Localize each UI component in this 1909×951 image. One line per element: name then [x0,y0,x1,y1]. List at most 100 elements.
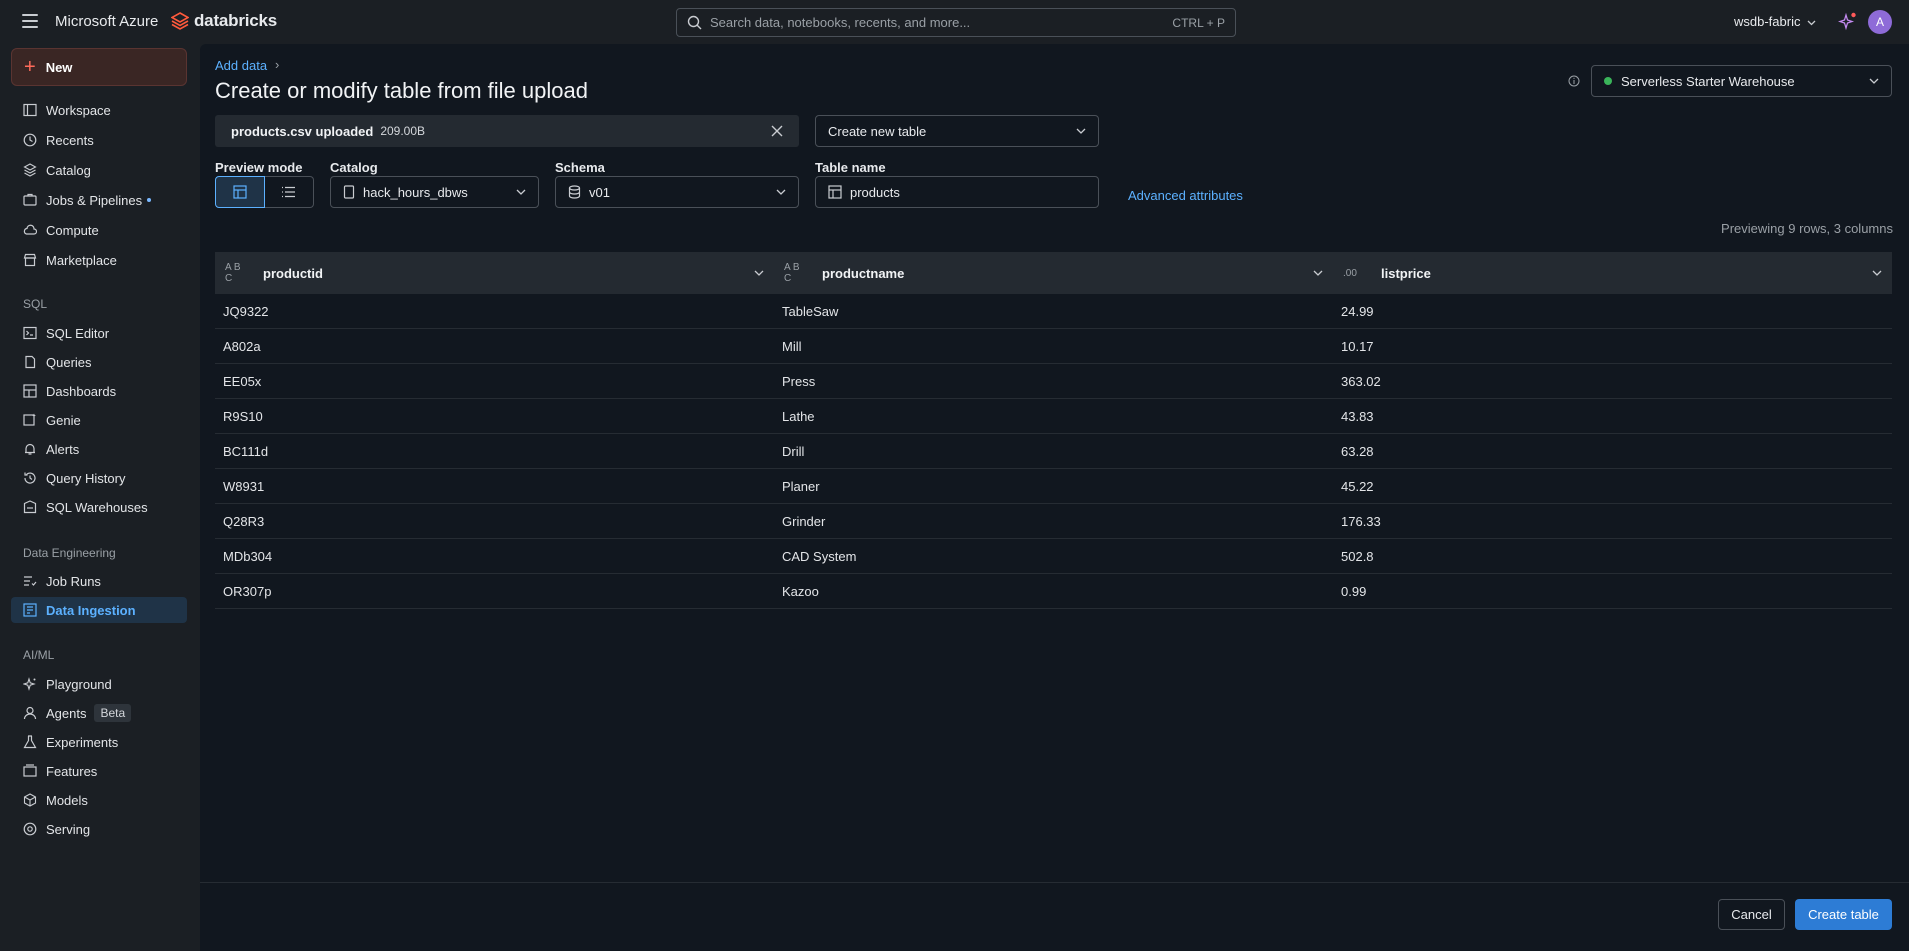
table-cell: OR307p [223,584,272,599]
table-cell: 0.99 [1341,584,1367,599]
workspace-name: wsdb-fabric [1734,14,1801,29]
close-icon[interactable] [771,125,783,137]
new-button[interactable]: + New [11,48,187,86]
table-cell: R9S10 [223,409,263,424]
string-type-icon: A B C [225,262,241,284]
column-header-productid[interactable]: A B C productid [215,252,774,294]
beta-badge: Beta [94,704,132,722]
table-cell: EE05x [223,374,262,389]
schema-select[interactable]: v01 [555,176,799,208]
schema-label: Schema [555,160,605,175]
sidebar-item-dashboards[interactable]: Dashboards [11,378,187,404]
sidebar-item-job-runs[interactable]: Job Runs [11,568,187,594]
catalog-book-icon [343,185,355,199]
sidebar-item-compute[interactable]: Compute [11,217,187,243]
clock-icon [23,133,37,147]
column-header-listprice[interactable]: .00 listprice [1333,252,1892,294]
chevron-down-icon[interactable] [754,270,764,276]
jobs-icon [23,193,37,206]
workspace-switcher[interactable]: wsdb-fabric [1734,14,1816,29]
search-placeholder: Search data, notebooks, recents, and mor… [710,15,971,30]
sidebar-item-alerts[interactable]: Alerts [11,436,187,462]
sidebar-item-features[interactable]: Features [11,758,187,784]
assistant-sparkle-icon[interactable] [1837,11,1858,34]
table-cell: 10.17 [1341,339,1374,354]
warehouse-icon [23,500,37,514]
info-icon[interactable] [1568,75,1580,87]
table-cell: 43.83 [1341,409,1374,424]
section-heading-ai-ml: AI/ML [23,648,55,662]
sidebar-item-workspace[interactable]: Workspace [11,97,187,123]
brand-microsoft-azure: Microsoft Azure [55,13,159,30]
sidebar-item-queries[interactable]: Queries [11,349,187,375]
ingestion-icon [23,603,37,617]
sidebar-item-data-ingestion[interactable]: Data Ingestion [11,597,187,623]
sidebar-item-models[interactable]: Models [11,787,187,813]
section-heading-data-engineering: Data Engineering [23,546,116,560]
table-cell: CAD System [782,549,857,564]
table-view-button[interactable] [215,176,265,208]
sidebar-item-recents[interactable]: Recents [11,127,187,153]
warehouse-selector[interactable]: Serverless Starter Warehouse [1591,65,1892,97]
table-cell: 45.22 [1341,479,1374,494]
sidebar-item-sql-editor[interactable]: SQL Editor [11,320,187,346]
uploaded-file-name: products.csv uploaded [231,123,374,139]
table-cell: 363.02 [1341,374,1381,389]
global-search[interactable]: Search data, notebooks, recents, and mor… [676,8,1236,37]
chevron-down-icon[interactable] [1313,270,1323,276]
table-cell: TableSaw [782,304,839,319]
table-cell: 24.99 [1341,304,1374,319]
table-cell: Lathe [782,409,815,424]
table-row: R9S10 Lathe 43.83 [215,399,1892,434]
create-table-button[interactable]: Create table [1795,899,1892,930]
sidebar-item-experiments[interactable]: Experiments [11,729,187,755]
sidebar-item-serving[interactable]: Serving [11,816,187,842]
list-icon [282,186,296,198]
table-row: OR307p Kazoo 0.99 [215,574,1892,609]
models-icon [23,793,37,807]
database-icon [568,185,581,199]
features-icon [23,764,37,777]
sidebar-item-marketplace[interactable]: Marketplace [11,247,187,273]
brand-databricks[interactable]: databricks [171,11,277,31]
table-name-input[interactable]: products [815,176,1099,208]
table-name-value: products [850,184,900,200]
breadcrumb-add-data[interactable]: Add data [215,58,267,73]
table-cell: A802a [223,339,261,354]
table-grid-icon [233,185,247,199]
table-cell: Mill [782,339,802,354]
menu-icon[interactable] [22,14,38,28]
table-cell: JQ9322 [223,304,269,319]
table-cell: Grinder [782,514,826,529]
avatar[interactable]: A [1868,10,1892,34]
sidebar-item-sql-warehouses[interactable]: SQL Warehouses [11,494,187,520]
catalog-select[interactable]: hack_hours_dbws [330,176,539,208]
table-cell: Press [782,374,816,389]
workspace-icon [23,103,37,117]
column-header-productname[interactable]: A B C productname [774,252,1333,294]
advanced-attributes-link[interactable]: Advanced attributes [1128,188,1243,203]
sidebar-item-jobs-pipelines[interactable]: Jobs & Pipelines [11,187,187,213]
flask-icon [23,735,37,749]
sidebar-item-genie[interactable]: Genie [11,407,187,433]
genie-icon [23,413,36,426]
section-heading-sql: SQL [23,297,48,311]
list-view-button[interactable] [264,176,314,208]
sidebar-item-query-history[interactable]: Query History [11,465,187,491]
string-type-icon: A B C [784,262,800,284]
sidebar-item-agents[interactable]: Agents Beta [11,700,187,726]
table-row: JQ9322 TableSaw 24.99 [215,294,1892,329]
search-icon [687,15,702,30]
table-cell: MDb304 [223,549,273,564]
table-cell: Drill [782,444,805,459]
sidebar-item-catalog[interactable]: Catalog [11,157,187,183]
footer-actions: Cancel Create table [200,882,1909,951]
table-icon [828,185,842,199]
top-bar: Microsoft Azure databricks Search data, … [0,0,1909,44]
cancel-button[interactable]: Cancel [1718,899,1785,930]
preview-table: A B C productid A B C productname .00 li… [215,252,1892,609]
cloud-icon [23,224,37,235]
chevron-down-icon[interactable] [1872,270,1882,276]
sidebar-item-playground[interactable]: Playground [11,671,187,697]
create-mode-select[interactable]: Create new table [815,115,1099,147]
